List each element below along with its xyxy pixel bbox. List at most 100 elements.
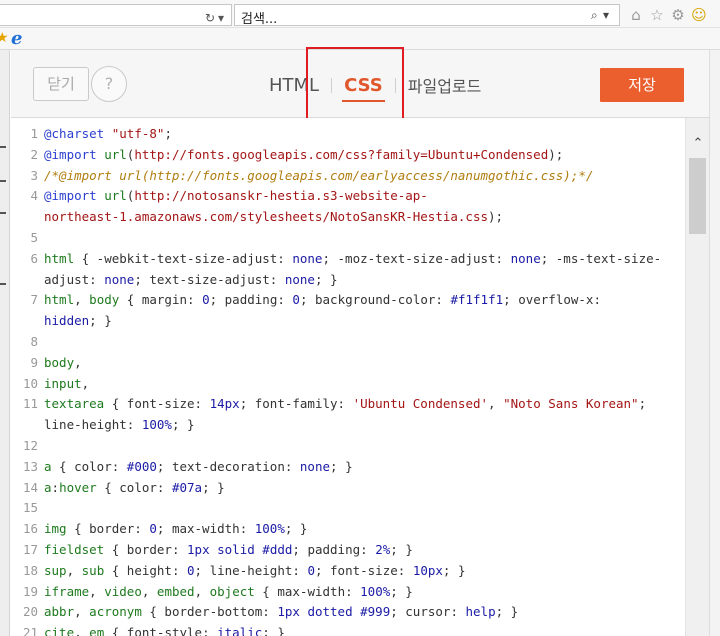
code-token: : (51, 479, 60, 495)
code-token: html (44, 292, 75, 308)
code-line: 10 input, (11, 374, 685, 395)
home-icon[interactable]: ⌂ (627, 6, 645, 24)
code-token: { height: (104, 562, 188, 578)
scroll-thumb[interactable] (689, 158, 706, 234)
line-number: 8 (30, 333, 38, 349)
line-number: 19 (22, 583, 38, 599)
code-token: , (74, 292, 90, 308)
code-token: #ddd (262, 541, 293, 557)
code-token: , (81, 375, 90, 391)
smiley-icon[interactable]: ☺ (690, 6, 708, 24)
code-text: html, body { margin: 0; padding: 0; back… (44, 290, 601, 311)
code-token: /*@import url(http://fonts.googleapis.co… (44, 167, 594, 183)
address-dropdown-icon[interactable]: ▾ (218, 11, 224, 25)
code-token: ; } (202, 479, 225, 495)
code-token: #f1f1f1 (450, 292, 504, 308)
code-token: @import (44, 188, 97, 204)
code-token: 100% (141, 417, 172, 433)
code-token: @charset (44, 126, 105, 141)
code-lines: 1 @charset "utf-8"; 2 @import url(http://fo… (11, 124, 685, 636)
code-text: @charset "utf-8"; (44, 124, 172, 145)
favorites-bar: ★ e (0, 27, 720, 49)
code-token: ; } (495, 604, 519, 620)
code-text: fieldset { border: 1px solid #ddd; paddi… (44, 540, 413, 561)
code-token: fieldset (44, 541, 105, 557)
scroll-up-arrow-icon[interactable]: ⌃ (689, 136, 707, 152)
code-token: http://notosanskr-hestia.s3-website-ap- (134, 188, 428, 204)
code-token: ; } (314, 271, 338, 287)
save-button[interactable]: 저장 (600, 68, 684, 102)
code-token: 100% (360, 583, 391, 599)
code-token: ; line-height: (194, 562, 308, 578)
search-dropdown-icon[interactable]: ▾ (603, 8, 609, 22)
code-token: ; } (284, 521, 308, 537)
page-left-edge (0, 50, 10, 636)
code-token: adjust: (44, 271, 105, 287)
help-button[interactable]: ? (91, 66, 127, 102)
code-token: 0 (187, 562, 195, 578)
favorites-star-icon[interactable]: ★ (0, 30, 9, 46)
code-token: , (488, 396, 504, 412)
ie-tab-icon[interactable]: e (11, 28, 22, 49)
line-number: 1 (30, 126, 38, 141)
gear-icon[interactable]: ⚙ (669, 6, 687, 24)
code-token: none (284, 271, 315, 287)
code-token: ; } (330, 458, 353, 474)
code-token: body (44, 354, 75, 370)
code-token: 100% (254, 521, 285, 537)
browser-search-box[interactable]: 검색... ⌕ ▾ (234, 4, 620, 27)
code-token: 0 (307, 562, 315, 578)
code-line: 17 fieldset { border: 1px solid #ddd; pad… (11, 540, 685, 561)
code-token: 0 (149, 521, 157, 537)
code-token: ; } (89, 313, 112, 329)
code-token: img (44, 521, 67, 537)
code-token: ; background-color: (299, 292, 451, 308)
code-token: 2% (375, 541, 391, 557)
code-token: ; padding: (292, 541, 376, 557)
refresh-icon[interactable]: ↻ (205, 11, 215, 25)
code-editor[interactable]: 1 @charset "utf-8"; 2 @import url(http://fo… (11, 118, 685, 636)
code-scrollbar[interactable]: ⌃ (685, 118, 709, 636)
search-icon[interactable]: ⌕ (591, 8, 598, 23)
line-number: 9 (30, 354, 38, 370)
code-line: 3 /*@import url(http://fonts.googleapis.c… (11, 166, 685, 187)
browser-toolbar: ↻ ▾ 검색... ⌕ ▾ ⌂ ☆ ⚙ ☺ ★ e (0, 0, 720, 50)
code-token: ; -ms-text-size- (540, 250, 662, 266)
code-token: { max-width: (254, 583, 361, 599)
code-text: html { -webkit-text-size-adjust: none; -… (44, 249, 661, 270)
code-token: textarea (44, 396, 105, 412)
star-icon[interactable]: ☆ (648, 6, 666, 24)
tab-file-upload[interactable]: 파일업로드 (408, 73, 482, 97)
code-token: ); (548, 146, 564, 162)
page-scrollbar[interactable] (709, 50, 720, 636)
code-token: none (292, 250, 323, 266)
code-token: body (89, 292, 120, 308)
address-bar[interactable]: ↻ ▾ (0, 4, 232, 26)
code-text: line-height: 100%; } (44, 415, 195, 436)
code-token: { font-style: (104, 625, 218, 636)
code-text: abbr, acronym { border-bottom: 1px dotte… (44, 602, 518, 623)
code-token: ; } (390, 541, 413, 557)
code-text: a:hover { color: #07a; } (44, 478, 225, 499)
left-edge-mark (0, 146, 6, 148)
code-token: 0 (202, 292, 210, 308)
code-token: #07a (171, 479, 203, 495)
code-token: { font-size: (104, 396, 210, 412)
left-edge-mark (0, 212, 6, 214)
code-token: embed (156, 583, 195, 599)
code-line: 5 (11, 228, 685, 249)
code-token: input (44, 375, 82, 391)
line-number: 14 (22, 479, 38, 495)
code-token: ; font-size: (314, 562, 413, 578)
close-button[interactable]: 닫기 (33, 67, 89, 101)
code-token: 14px (209, 396, 240, 412)
code-token: none (299, 458, 331, 474)
code-token: { border-bottom: (141, 604, 278, 620)
code-token: ; (164, 126, 172, 141)
code-token: { color: (96, 479, 172, 495)
line-number (11, 415, 44, 436)
search-input[interactable]: 검색... (241, 8, 277, 27)
line-number: 6 (30, 250, 38, 266)
code-token: ; } (390, 583, 413, 599)
